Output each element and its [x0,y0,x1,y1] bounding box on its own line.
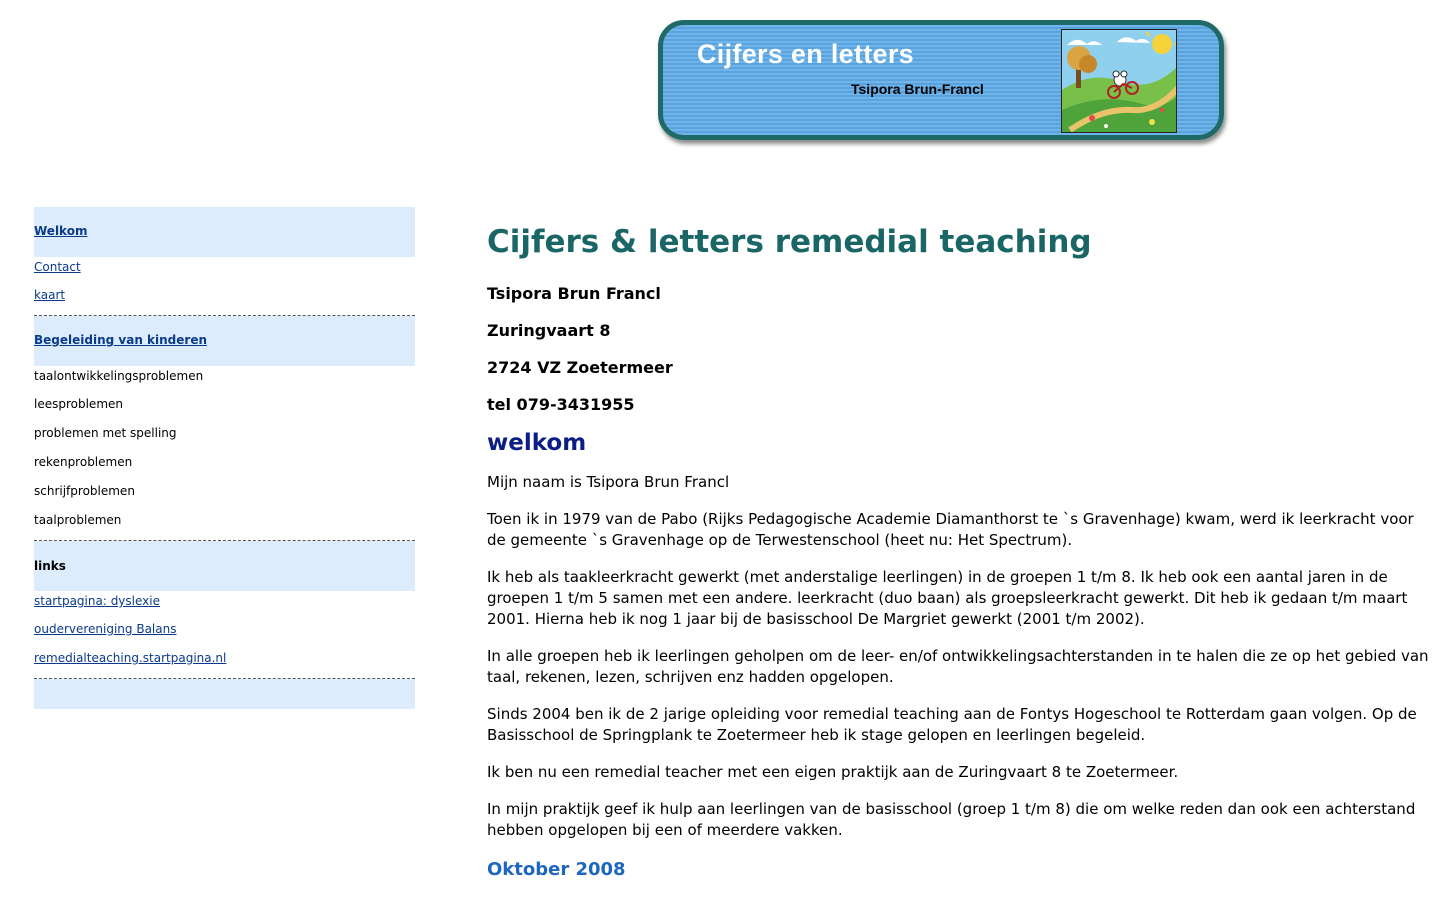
paragraph: Ik heb als taakleerkracht gewerkt (met a… [487,568,1408,628]
mouse-on-bike-illustration [1062,30,1176,132]
sidebar-heading-welkom: Welkom [34,207,415,257]
paragraph: Sinds 2004 ben ik de 2 jarige opleiding … [487,705,1417,744]
sidebar-item-label: schrijfproblemen [34,484,135,498]
main-content: Cijfers & letters remedial teaching Tsip… [487,222,1432,881]
site-banner: Cijfers en letters Tsipora Brun-Francl [658,20,1224,140]
sidebar-item-kaart: kaart [34,286,415,315]
address-city: 2724 VZ Zoetermeer [487,358,673,377]
sidebar-heading-links: links [34,541,415,591]
nav-link-welkom[interactable]: Welkom [34,224,87,238]
sidebar-nav: Welkom Contact kaart Begeleiding van kin… [34,207,415,709]
address-phone: tel 079-3431955 [487,395,635,414]
nav-link-dyslexie[interactable]: startpagina: dyslexie [34,594,160,608]
sidebar-item-label: leesproblemen [34,397,123,411]
banner-title: Cijfers en letters [697,39,914,69]
banner-illustration [1061,29,1177,133]
sidebar-item-label: rekenproblemen [34,455,133,469]
sidebar-item-label: taalproblemen [34,513,122,527]
paragraph: Ik ben nu een remedial teacher met een e… [487,763,1179,781]
page-title: Cijfers & letters remedial teaching [487,224,1092,260]
sidebar-item-schrijfproblemen: schrijfproblemen [34,482,415,511]
sidebar-footer [34,679,415,709]
section-heading-welkom: welkom [487,430,587,456]
paragraph: In alle groepen heb ik leerlingen geholp… [487,647,1429,686]
nav-link-begeleiding[interactable]: Begeleiding van kinderen [34,333,207,347]
sidebar-item-rekenproblemen: rekenproblemen [34,453,415,482]
nav-link-contact[interactable]: Contact [34,260,81,274]
paragraph: In mijn praktijk geef ik hulp aan leerli… [487,800,1416,839]
sidebar-item-label: problemen met spelling [34,426,177,440]
sidebar-heading-links-label: links [34,559,66,573]
sidebar-item-spelling: problemen met spelling [34,424,415,453]
sidebar-item-contact: Contact [34,257,415,286]
paragraph: Mijn naam is Tsipora Brun Francl [487,473,730,491]
address-name: Tsipora Brun Francl [487,284,661,303]
sidebar-item-leesproblemen: leesproblemen [34,395,415,424]
sidebar-item-dyslexie: startpagina: dyslexie [34,591,415,620]
section-heading-date: Oktober 2008 [487,859,626,880]
paragraph: Toen ik in 1979 van de Pabo (Rijks Pedag… [487,510,1414,549]
nav-link-remedialteaching[interactable]: remedialteaching.startpagina.nl [34,651,226,665]
sidebar-item-balans: oudervereniging Balans [34,620,415,649]
banner-subtitle: Tsipora Brun-Francl [851,81,984,97]
sidebar-heading-begeleiding: Begeleiding van kinderen [34,316,415,366]
nav-link-balans[interactable]: oudervereniging Balans [34,622,176,636]
sidebar-item-taalontwikkelingsproblemen: taalontwikkelingsproblemen [34,366,415,395]
sidebar-item-remedialteaching: remedialteaching.startpagina.nl [34,649,415,678]
sidebar-item-label: taalontwikkelingsproblemen [34,369,204,383]
sidebar-item-taalproblemen: taalproblemen [34,511,415,540]
address-street: Zuringvaart 8 [487,321,611,340]
nav-link-kaart[interactable]: kaart [34,288,65,302]
